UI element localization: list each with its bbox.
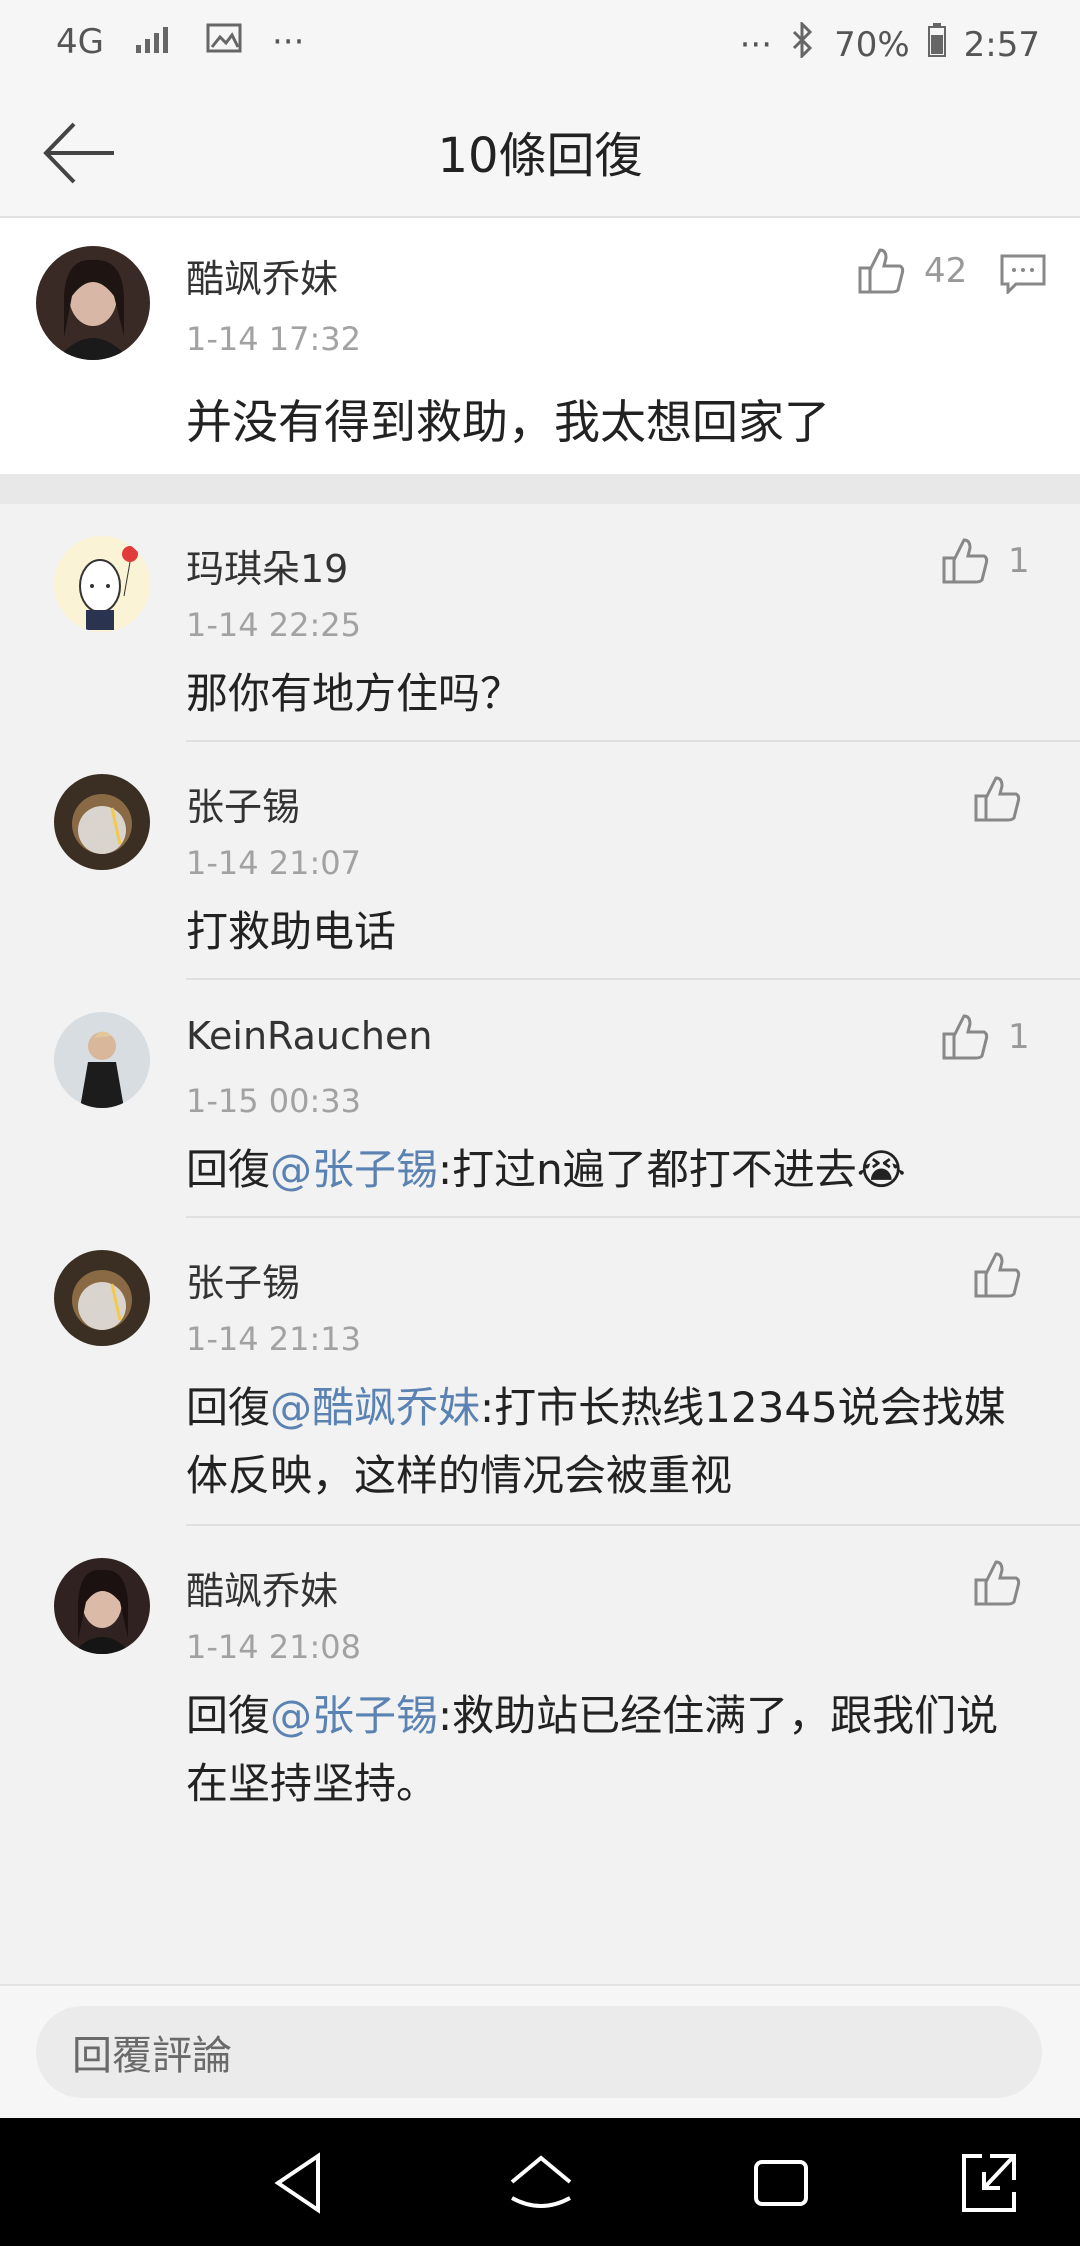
- reply-content: :打市长热线12345说会找媒: [480, 1383, 1006, 1432]
- reply-time: 1-15 00:33: [186, 1082, 362, 1120]
- reply-prefix: 回復: [186, 1691, 271, 1740]
- battery-percent: 70%: [834, 24, 910, 65]
- avatar[interactable]: [54, 774, 150, 870]
- like-button[interactable]: [972, 774, 1022, 824]
- reply-item: 酷飒乔妹 1-14 21:08 回復@张子锡:救助站已经住满了，跟我们说在坚持坚…: [0, 1526, 1080, 1826]
- reply-time: 1-14 21:13: [186, 1320, 362, 1358]
- page-title: 10條回復: [437, 128, 643, 184]
- expand-icon: [962, 2154, 1016, 2212]
- like-count: 1: [1008, 541, 1030, 581]
- status-bar: 4G ··· ··· 70% 2:57: [0, 0, 1080, 90]
- reply-text: 回復@张子锡:救助站已经住满了，跟我们说在坚持坚持。: [186, 1682, 998, 1818]
- clock: 2:57: [963, 24, 1040, 65]
- avatar[interactable]: [36, 246, 150, 360]
- thumbs-up-icon: [974, 1560, 1021, 1606]
- comment-text: 并没有得到救助，我太想回家了: [186, 395, 830, 449]
- image-icon: [206, 22, 242, 62]
- reply-text: 那你有地方住吗？: [186, 660, 522, 728]
- like-button[interactable]: 1: [940, 1012, 1030, 1062]
- thumbs-up-icon: [974, 1252, 1021, 1298]
- author-name[interactable]: 张子锡: [186, 776, 300, 831]
- reply-input[interactable]: 回覆評論: [36, 2006, 1042, 2098]
- nav-back-button[interactable]: [266, 2148, 336, 2218]
- avatar[interactable]: [54, 1250, 150, 1346]
- nav-expand-button[interactable]: [954, 2148, 1024, 2218]
- mention-link[interactable]: @酷飒乔妹: [270, 1383, 480, 1432]
- top-bar: 10條回復: [0, 90, 1080, 218]
- avatar[interactable]: [54, 1012, 150, 1108]
- nav-recents-icon: [754, 2160, 808, 2206]
- battery-icon: [927, 23, 946, 66]
- nav-home-button[interactable]: [506, 2148, 576, 2218]
- author-name[interactable]: 玛琪朵19: [186, 538, 348, 593]
- reply-item: 张子锡 1-14 21:13 回復@酷飒乔妹:打市长热线12345说会找媒体反映…: [0, 1218, 1080, 1526]
- author-name[interactable]: 酷飒乔妹: [186, 1560, 338, 1615]
- comment-icon: [1000, 254, 1046, 296]
- reply-text: 打救助电话: [186, 898, 396, 966]
- reply-content: :救助站已经住满了，跟我们说: [438, 1691, 999, 1740]
- reply-prefix: 回復: [186, 1383, 271, 1432]
- mention-link[interactable]: @张子锡: [270, 1145, 438, 1194]
- reply-item: KeinRauchen 1-15 00:33 1 回復@张子锡:打过n遍了都打不…: [0, 980, 1080, 1218]
- like-button[interactable]: 42: [856, 246, 967, 296]
- reply-content: :打过n遍了都打不进去😭: [438, 1145, 906, 1194]
- section-separator: [0, 474, 1080, 504]
- nav-back-icon: [274, 2152, 320, 2214]
- reply-content: 打救助电话: [186, 907, 397, 956]
- like-count: 1: [1008, 1017, 1030, 1057]
- signal-icon: [134, 22, 176, 62]
- reply-comment-button[interactable]: [1000, 254, 1046, 298]
- reply-text: 回復@张子锡:打过n遍了都打不进去😭: [186, 1136, 906, 1204]
- main-comment: 酷飒乔妹 1-14 17:32 42 并没有得到救助，我太想回家了: [0, 218, 1080, 474]
- thumbs-up-icon: [942, 1014, 989, 1060]
- reply-text: 回復@酷飒乔妹:打市长热线12345说会找媒体反映，这样的情况会被重视: [186, 1374, 1006, 1510]
- author-name[interactable]: KeinRauchen: [186, 1014, 432, 1058]
- reply-time: 1-14 21:08: [186, 1628, 362, 1666]
- thumbs-up-icon: [942, 538, 989, 584]
- more-dots: ···: [271, 22, 305, 62]
- reply-content-line2: 在坚持坚持。: [186, 1759, 439, 1808]
- avatar[interactable]: [54, 1558, 150, 1654]
- like-button[interactable]: [972, 1250, 1022, 1300]
- reply-prefix: 回復: [186, 1145, 271, 1194]
- system-nav-bar: [0, 2118, 1080, 2246]
- reply-content-line2: 体反映，这样的情况会被重视: [186, 1451, 733, 1500]
- reply-content: 那你有地方住吗？: [186, 669, 523, 718]
- reply-time: 1-14 22:25: [186, 606, 362, 644]
- reply-item: 张子锡 1-14 21:07 打救助电话: [0, 742, 1080, 980]
- reply-item: 玛琪朵19 1-14 22:25 1 那你有地方住吗？: [0, 504, 1080, 742]
- thumbs-up-icon: [974, 776, 1021, 822]
- thumbs-up-icon: [858, 248, 905, 294]
- author-name[interactable]: 张子锡: [186, 1252, 300, 1307]
- reply-time: 1-14 21:07: [186, 844, 362, 882]
- author-name[interactable]: 酷飒乔妹: [186, 248, 338, 303]
- like-button[interactable]: 1: [940, 536, 1030, 586]
- network-indicator: 4G: [56, 22, 104, 62]
- more-dots-right: ···: [739, 24, 773, 65]
- nav-recents-button[interactable]: [746, 2148, 816, 2218]
- comment-time: 1-14 17:32: [186, 320, 362, 358]
- reply-bar: 回覆評論: [0, 1984, 1080, 2118]
- avatar[interactable]: [54, 536, 150, 632]
- like-count: 42: [924, 251, 968, 291]
- nav-home-icon: [510, 2155, 572, 2208]
- like-button[interactable]: [972, 1558, 1022, 1608]
- bluetooth-icon: [790, 20, 816, 67]
- mention-link[interactable]: @张子锡: [270, 1691, 438, 1740]
